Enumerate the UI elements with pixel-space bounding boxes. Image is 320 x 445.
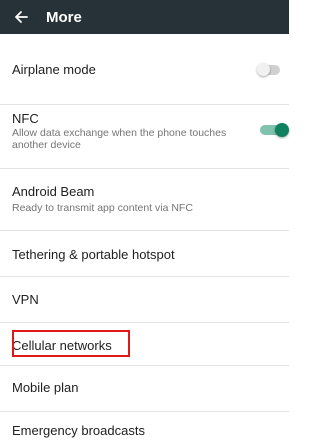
setting-emergency-broadcasts[interactable]: Emergency broadcasts [0, 412, 289, 445]
setting-label: Mobile plan [12, 380, 79, 395]
setting-label: Emergency broadcasts [12, 423, 145, 438]
setting-label: Tethering & portable hotspot [12, 247, 175, 262]
setting-subtitle: Ready to transmit app content via NFC [12, 202, 193, 214]
back-arrow-icon [15, 11, 28, 23]
setting-label: Android Beam [12, 184, 95, 199]
setting-android-beam[interactable]: Android Beam Ready to transmit app conte… [0, 169, 289, 231]
setting-tethering[interactable]: Tethering & portable hotspot [0, 231, 289, 277]
setting-label: NFC [12, 111, 39, 126]
setting-airplane-mode[interactable]: Airplane mode [0, 34, 289, 105]
app-bar: More [0, 0, 289, 34]
setting-nfc[interactable]: NFC Allow data exchange when the phone t… [0, 105, 289, 169]
selection-highlight [12, 330, 130, 357]
setting-label: Airplane mode [12, 62, 96, 77]
setting-mobile-plan[interactable]: Mobile plan [0, 366, 289, 412]
page-title: More [46, 8, 82, 26]
setting-vpn[interactable]: VPN [0, 277, 289, 323]
setting-subtitle: Allow data exchange when the phone touch… [12, 127, 227, 151]
back-button[interactable] [10, 6, 32, 28]
setting-label: VPN [12, 292, 39, 307]
